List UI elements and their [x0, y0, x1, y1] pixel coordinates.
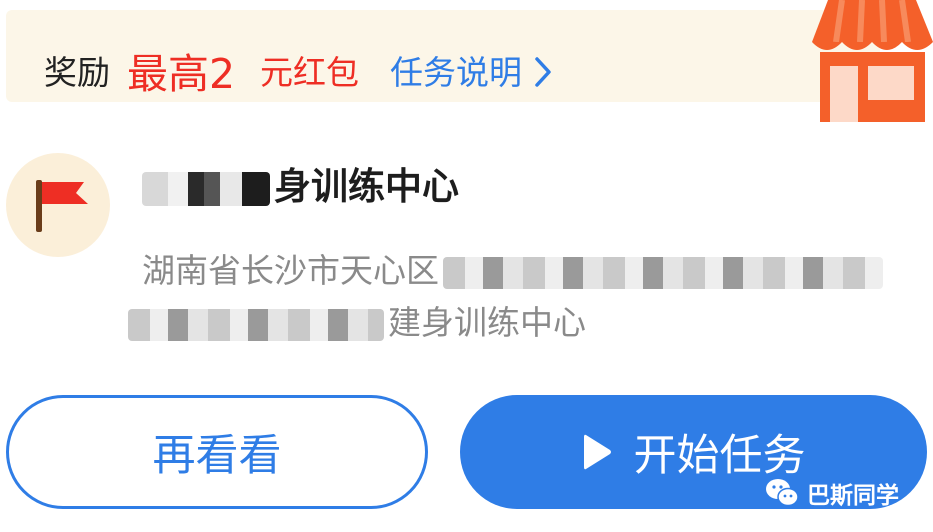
browse-again-label: 再看看 — [152, 431, 282, 481]
red-flag-icon — [36, 180, 88, 232]
place-name: 身训练中心 — [142, 156, 459, 210]
place-name-text: 身训练中心 — [274, 165, 459, 208]
redacted-text — [142, 171, 270, 206]
address-text: 建身训练中心 — [388, 303, 586, 342]
watermark: 巴斯同学 — [765, 476, 899, 510]
redacted-text — [128, 308, 384, 341]
address-text: 湖南省长沙市天心区 — [142, 251, 439, 290]
task-info-link[interactable]: 任务说明 — [390, 46, 522, 94]
start-task-label: 开始任务 — [633, 431, 806, 481]
browse-again-button[interactable]: 再看看 — [6, 395, 428, 509]
wechat-icon — [765, 478, 799, 508]
storefront-icon — [812, 0, 933, 126]
chevron-right-icon[interactable] — [534, 56, 552, 92]
reward-banner: 奖励 最高2 元红包 任务说明 — [6, 10, 880, 102]
reward-unit: 元红包 — [260, 53, 359, 92]
location-avatar — [6, 153, 110, 257]
watermark-text: 巴斯同学 — [807, 483, 899, 509]
address-line-1: 湖南省长沙市天心区 — [142, 244, 883, 292]
reward-amount: 最高2 — [127, 50, 236, 98]
play-icon — [582, 432, 612, 472]
redacted-text — [443, 256, 883, 289]
reward-label: 奖励 — [44, 53, 110, 92]
address-line-2: 建身训练中心 — [128, 296, 586, 344]
